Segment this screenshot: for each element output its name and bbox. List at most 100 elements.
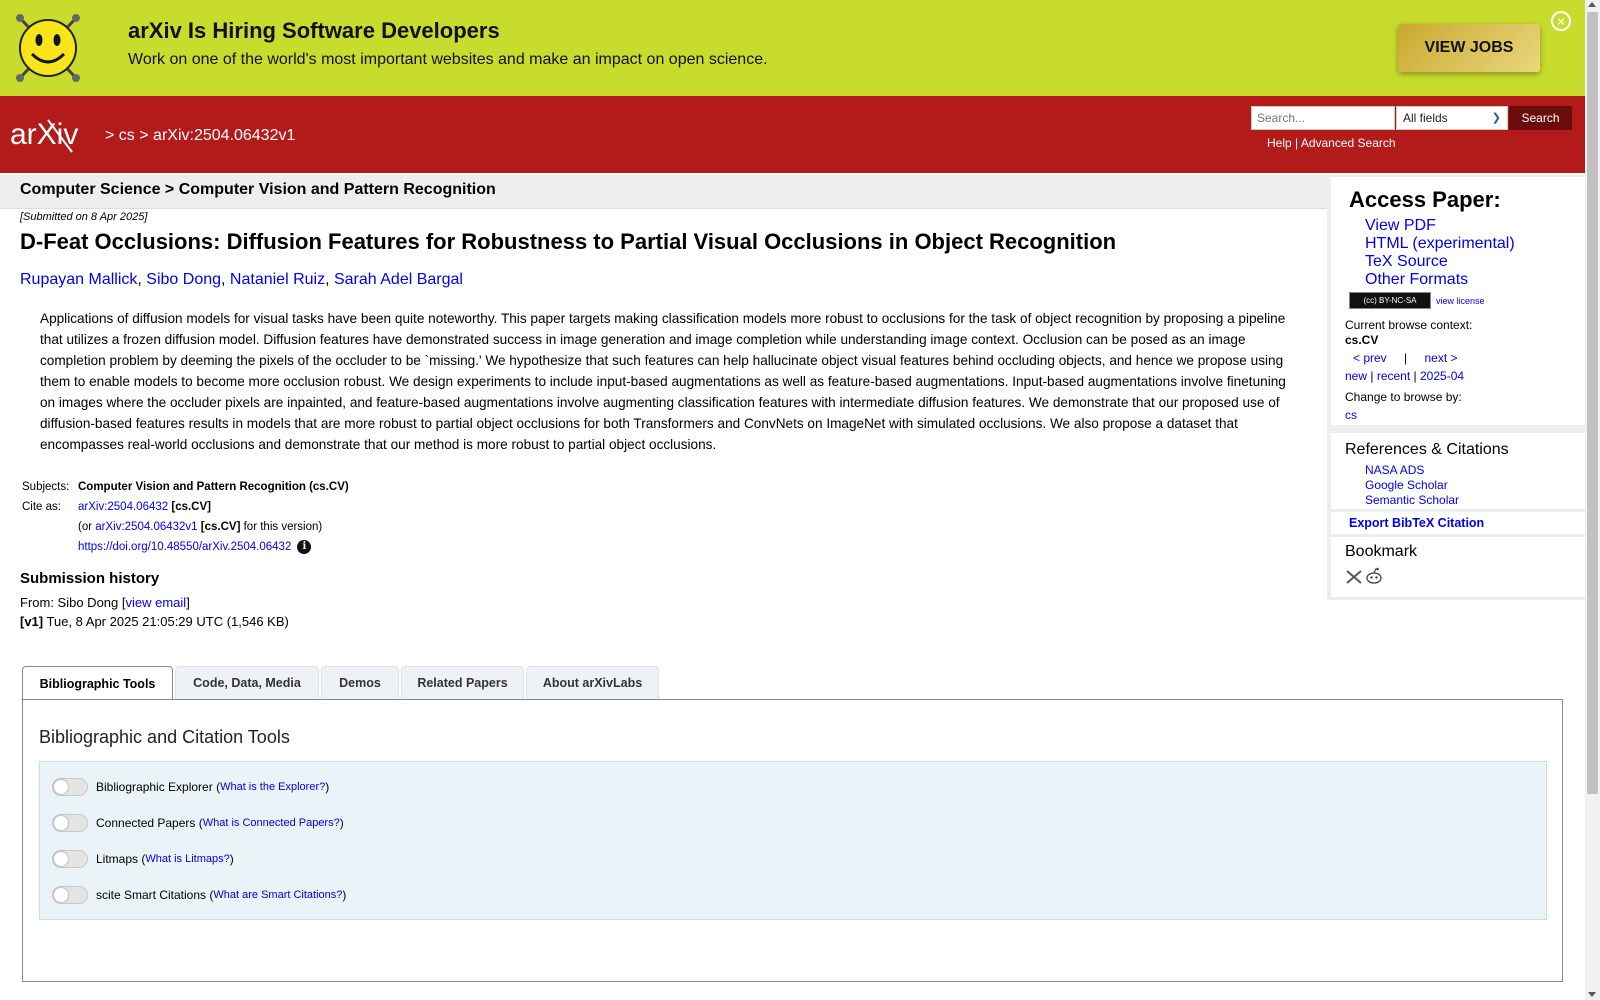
cite-version-prefix: (or bbox=[78, 521, 93, 533]
close-banner-icon[interactable]: × bbox=[1551, 11, 1571, 31]
other-formats-link[interactable]: Other Formats bbox=[1365, 271, 1468, 289]
tab-panel: Bibliographic and Citation Tools Bibliog… bbox=[22, 699, 1563, 982]
separator: , bbox=[325, 271, 330, 288]
scroll-up-icon[interactable] bbox=[1588, 2, 1596, 7]
cite-version-link[interactable]: arXiv:2504.06432v1 bbox=[95, 521, 197, 533]
author-link[interactable]: Sarah Adel Bargal bbox=[334, 271, 463, 288]
export-box: Export BibTeX Citation bbox=[1331, 512, 1585, 534]
cc-license-badge[interactable]: (cc) BY-NC-SA bbox=[1349, 292, 1431, 309]
subject-header: Computer Science > Computer Vision and P… bbox=[0, 175, 1327, 209]
author-link[interactable]: Nataniel Ruiz bbox=[230, 271, 325, 288]
breadcrumb-paper-id: arXiv:2504.06432v1 bbox=[153, 127, 296, 144]
view-pdf-link[interactable]: View PDF bbox=[1365, 217, 1436, 235]
subjects-value: Computer Vision and Pattern Recognition … bbox=[78, 481, 349, 493]
tab-code-data-media[interactable]: Code, Data, Media bbox=[175, 666, 319, 699]
help-link[interactable]: Help bbox=[1267, 136, 1292, 150]
tab-demos[interactable]: Demos bbox=[321, 666, 399, 699]
arxiv-logo[interactable]: arXiv bbox=[10, 114, 102, 154]
cite-id-link[interactable]: arXiv:2504.06432 bbox=[78, 501, 168, 513]
smiley-robot-icon bbox=[16, 14, 80, 82]
doi-link[interactable]: https://doi.org/10.48550/arXiv.2504.0643… bbox=[78, 541, 291, 553]
panel-title: Bibliographic and Citation Tools bbox=[39, 727, 290, 747]
scite-toggle[interactable] bbox=[52, 886, 88, 904]
browse-cs-link[interactable]: cs bbox=[1345, 408, 1357, 422]
bibsonomy-icon[interactable] bbox=[1345, 569, 1363, 585]
search-input[interactable] bbox=[1251, 106, 1395, 130]
bibliographic-explorer-toggle[interactable] bbox=[52, 778, 88, 796]
view-jobs-button[interactable]: VIEW JOBS bbox=[1398, 24, 1540, 72]
scroll-down-icon[interactable] bbox=[1588, 992, 1596, 997]
page-scrollbar[interactable] bbox=[1585, 0, 1600, 1000]
from-text: From: Sibo Dong [ bbox=[20, 595, 126, 610]
nasa-ads-link[interactable]: NASA ADS bbox=[1365, 463, 1424, 477]
info-icon[interactable]: i bbox=[297, 540, 312, 554]
subjects-label: Subjects: bbox=[22, 481, 70, 493]
toggle-knob bbox=[54, 852, 68, 866]
separator: | bbox=[1413, 369, 1417, 383]
tool-help-link[interactable]: What are Smart Citations? bbox=[213, 889, 342, 901]
hiring-banner: arXiv Is Hiring Software Developers Work… bbox=[0, 0, 1585, 96]
cite-version-suffix: for this version) bbox=[243, 521, 323, 533]
toggle-knob bbox=[54, 780, 68, 794]
search-button[interactable]: Search bbox=[1509, 106, 1572, 130]
next-link[interactable]: next > bbox=[1425, 351, 1458, 365]
separator: , bbox=[137, 271, 142, 288]
tool-row: Bibliographic Explorer (What is the Expl… bbox=[52, 778, 329, 796]
separator: , bbox=[221, 271, 226, 288]
access-paper-title: Access Paper: bbox=[1349, 187, 1501, 212]
litmaps-toggle[interactable] bbox=[52, 850, 88, 868]
tab-bibliographic-tools[interactable]: Bibliographic Tools bbox=[22, 666, 173, 701]
tool-help-link[interactable]: What is the Explorer? bbox=[220, 781, 325, 793]
semantic-scholar-link[interactable]: Semantic Scholar bbox=[1365, 493, 1459, 507]
cite-label: Cite as: bbox=[22, 501, 61, 513]
context-label: Current browse context: bbox=[1345, 318, 1473, 332]
toggle-knob bbox=[54, 888, 68, 902]
month-link[interactable]: 2025-04 bbox=[1420, 369, 1464, 383]
tab-related-papers[interactable]: Related Papers bbox=[401, 666, 524, 699]
abstract: Applications of diffusion models for vis… bbox=[40, 311, 1286, 452]
tool-row: scite Smart Citations (What are Smart Ci… bbox=[52, 886, 346, 904]
connected-papers-toggle[interactable] bbox=[52, 814, 88, 832]
tool-name: Litmaps bbox=[96, 852, 139, 866]
search-field-select[interactable]: All fields ❯ bbox=[1396, 106, 1508, 130]
tex-source-link[interactable]: TeX Source bbox=[1365, 253, 1448, 271]
tools-list: Bibliographic Explorer (What is the Expl… bbox=[39, 761, 1547, 920]
tool-row: Litmaps (What is Litmaps?) bbox=[52, 850, 234, 868]
scrollbar-thumb[interactable] bbox=[1587, 12, 1598, 794]
banner-title: arXiv Is Hiring Software Developers bbox=[128, 18, 500, 43]
change-browse-label: Change to browse by: bbox=[1345, 390, 1462, 404]
breadcrumb: > cs > arXiv:2504.06432v1 bbox=[105, 127, 295, 145]
recent-link[interactable]: recent bbox=[1377, 369, 1410, 383]
browse-context-box: Current browse context: cs.CV < prev | n… bbox=[1331, 318, 1585, 425]
version-date: Tue, 8 Apr 2025 21:05:29 UTC (1,546 KB) bbox=[46, 614, 289, 629]
version-label[interactable]: [v1] bbox=[20, 614, 43, 629]
author-link[interactable]: Sibo Dong bbox=[146, 271, 221, 288]
search-field-value: All fields bbox=[1403, 111, 1448, 125]
breadcrumb-cs[interactable]: cs bbox=[119, 127, 135, 144]
new-link[interactable]: new bbox=[1345, 369, 1367, 383]
submission-history-title: Submission history bbox=[20, 570, 160, 587]
separator: | bbox=[1370, 369, 1374, 383]
toggle-knob bbox=[54, 816, 68, 830]
breadcrumb-separator: > bbox=[139, 127, 149, 144]
view-email-link[interactable]: view email bbox=[126, 595, 187, 610]
html-link[interactable]: HTML (experimental) bbox=[1365, 235, 1515, 253]
tab-about-arxivlabs[interactable]: About arXivLabs bbox=[526, 666, 659, 699]
tool-help-link[interactable]: What is Connected Papers? bbox=[203, 817, 340, 829]
google-scholar-link[interactable]: Google Scholar bbox=[1365, 478, 1448, 492]
author-link[interactable]: Rupayan Mallick bbox=[20, 271, 137, 288]
references-box: References & Citations NASA ADS Google S… bbox=[1331, 433, 1585, 509]
references-title: References & Citations bbox=[1345, 441, 1509, 458]
from-text-end: ] bbox=[186, 595, 190, 610]
tool-name: Connected Papers bbox=[96, 816, 196, 830]
view-license-link[interactable]: view license bbox=[1436, 296, 1485, 306]
export-bibtex-link[interactable]: Export BibTeX Citation bbox=[1349, 516, 1484, 530]
advanced-search-link[interactable]: Advanced Search bbox=[1301, 136, 1396, 150]
separator: | bbox=[1295, 136, 1299, 150]
reddit-icon[interactable] bbox=[1365, 567, 1383, 585]
subject-header-text: Computer Science > Computer Vision and P… bbox=[20, 181, 496, 198]
tool-help-link[interactable]: What is Litmaps? bbox=[145, 853, 229, 865]
context-value: cs.CV bbox=[1345, 333, 1379, 347]
prev-link[interactable]: < prev bbox=[1353, 351, 1387, 365]
separator: | bbox=[1404, 351, 1408, 365]
